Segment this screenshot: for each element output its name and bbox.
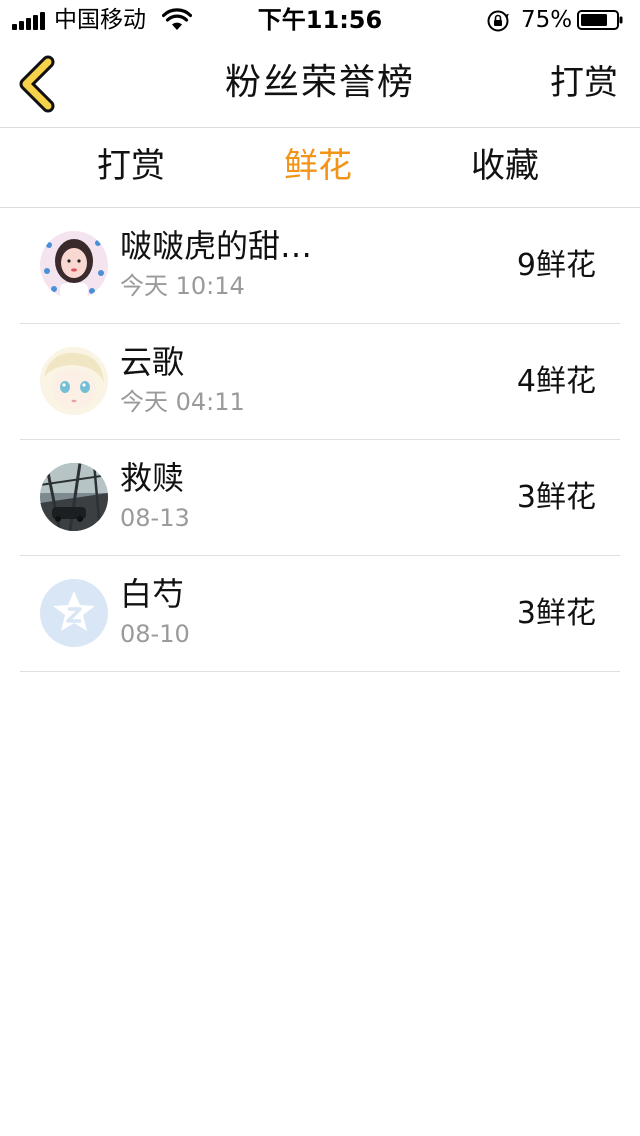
flower-count: 3鲜花	[516, 596, 596, 631]
fan-name: 云歌	[120, 343, 185, 381]
list-item[interactable]: 白芍 08-10 3鲜花	[20, 556, 620, 672]
tab-reward[interactable]: 打赏	[97, 144, 165, 188]
status-bar: 中国移动 下午11:56 75%	[0, 0, 640, 40]
list-item[interactable]: 救赎 08-13 3鲜花	[20, 440, 620, 556]
fan-time: 08-10	[120, 620, 190, 648]
fan-name: 啵啵虎的甜…	[120, 227, 313, 265]
fan-time: 08-13	[120, 504, 190, 532]
fan-list: 啵啵虎的甜… 今天 10:14 9鲜花 云歌 今天 04:11 4鲜花 救赎 0…	[20, 208, 620, 672]
fan-name: 救赎	[120, 459, 185, 497]
list-item[interactable]: 啵啵虎的甜… 今天 10:14 9鲜花	[20, 208, 620, 324]
battery-percent: 75%	[521, 7, 573, 33]
battery-icon	[577, 10, 623, 30]
avatar	[40, 231, 108, 299]
avatar	[40, 347, 108, 415]
flower-count: 9鲜花	[516, 248, 596, 283]
fan-honor-screen: 中国移动 下午11:56 75% 粉丝荣誉榜 打赏 打赏 鲜花 收藏 啵啵虎的甜…	[0, 0, 640, 1136]
avatar	[40, 463, 108, 531]
orientation-lock-icon	[487, 10, 509, 32]
fan-time: 今天 04:11	[120, 388, 245, 416]
fan-name: 白芍	[120, 575, 185, 613]
tab-favorites[interactable]: 收藏	[471, 144, 539, 188]
flower-count: 4鲜花	[516, 364, 596, 399]
navigation-bar: 粉丝荣誉榜 打赏	[0, 40, 640, 128]
avatar	[40, 579, 108, 647]
flower-count: 3鲜花	[516, 480, 596, 515]
back-button[interactable]	[14, 54, 62, 114]
reward-button[interactable]: 打赏	[550, 61, 618, 105]
fan-time: 今天 10:14	[120, 272, 245, 300]
tab-flowers[interactable]: 鲜花	[284, 144, 352, 188]
list-item[interactable]: 云歌 今天 04:11 4鲜花	[20, 324, 620, 440]
chevron-left-icon	[19, 55, 55, 113]
tab-bar: 打赏 鲜花 收藏	[0, 128, 640, 208]
page-title: 粉丝荣誉榜	[224, 62, 415, 103]
